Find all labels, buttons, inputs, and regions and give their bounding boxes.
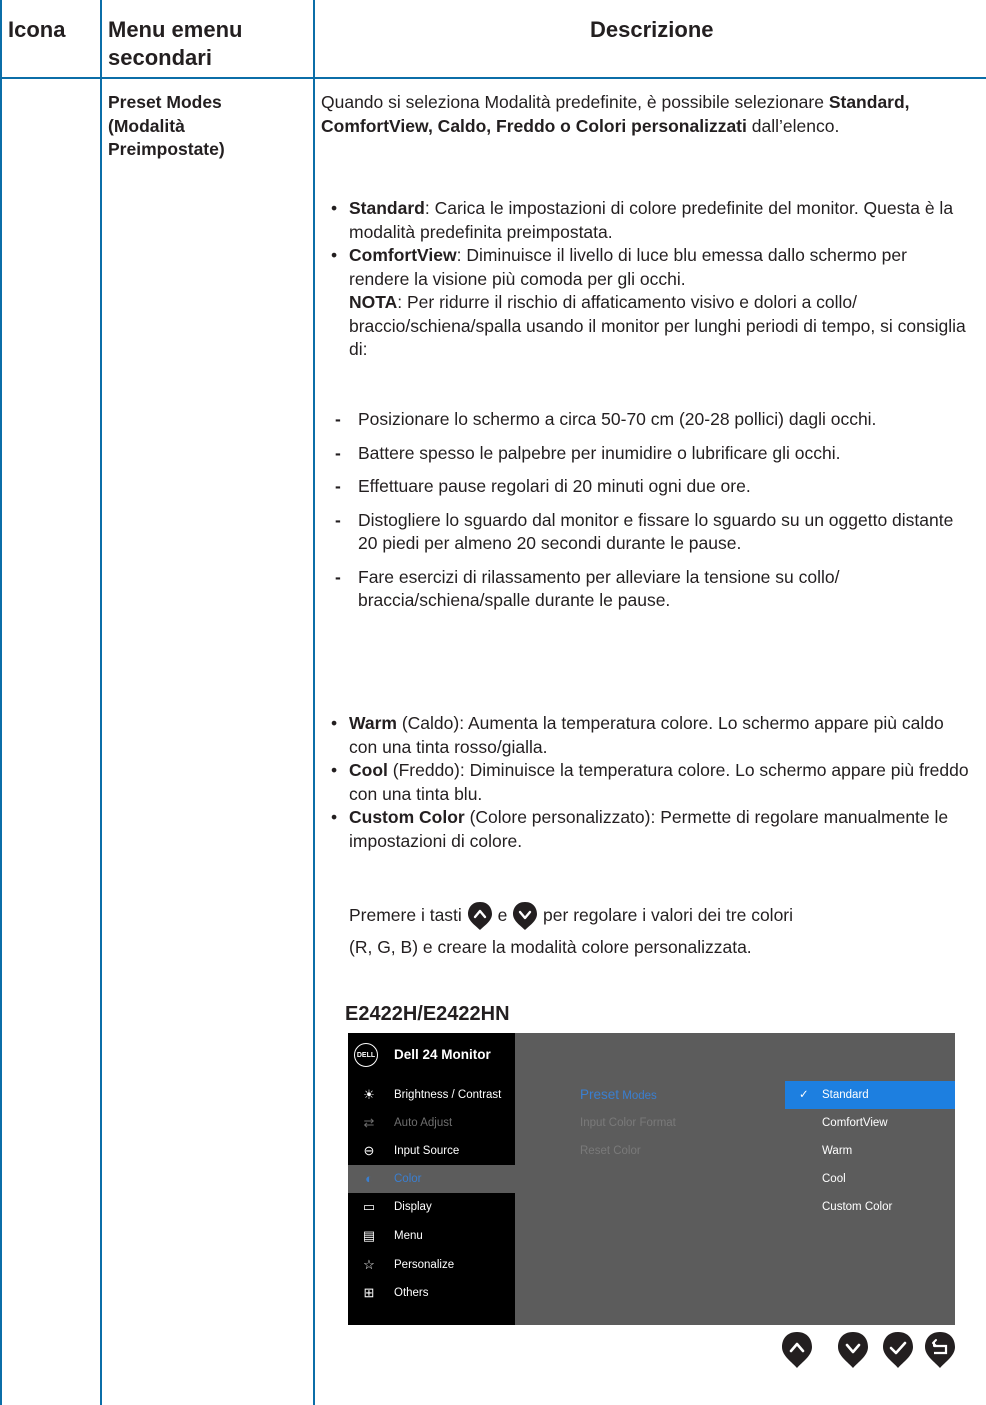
osd-title: Dell 24 Monitor (394, 1047, 491, 1062)
intro-suffix: dall’elenco. (751, 115, 840, 136)
up-arrow-icon (467, 902, 492, 931)
submenu-title: Preset Modes (Modalità Preimpostate) (108, 92, 225, 159)
color-icon: ◐ (365, 1171, 373, 1186)
bullet-standard: • Standard: Carica le impostazioni di col… (331, 198, 954, 242)
model-name: E2422H/E2422HN (345, 1003, 510, 1025)
tip-item: - Posizionare lo schermo a circa 50-70 cm… (335, 409, 877, 429)
tip-item: - Fare esercizi di rilassamento per allev… (335, 566, 840, 611)
header-icon-col: Icona (8, 17, 66, 42)
auto-adjust-icon: ⇄ (363, 1115, 375, 1130)
osd-main-menu: DELL Dell 24 Monitor ☀ Brightness / Contr… (348, 1033, 515, 1325)
header-submenu-col: Menu emenu secondari (108, 17, 243, 70)
intro-prefix: Quando si seleziona Modalità predefinite… (321, 92, 824, 112)
press-keys-line: Premere i tasti e per regolare i valori … (349, 900, 969, 931)
down-button-icon[interactable] (837, 1331, 869, 1369)
menu-icon: ▤ (362, 1228, 376, 1243)
osd-menu-brightness-contrast[interactable]: ☀ Brightness / Contrast (348, 1081, 515, 1109)
osd-screenshot: DELL Dell 24 Monitor ☀ Brightness / Contr… (348, 1033, 955, 1325)
osd-menu-others[interactable]: ⊞ Others (348, 1279, 515, 1307)
header-description-col: Descrizione (590, 17, 714, 42)
checkmark-icon: ✓ (799, 1089, 809, 1101)
table-divider-1 (100, 0, 102, 1405)
header-bottom-line (0, 77, 986, 79)
bullets-b: • Warm (Caldo): Aumenta la temperatura co… (321, 712, 971, 853)
display-icon: ▭ (362, 1199, 376, 1214)
osd-option-comfortview[interactable]: ComfortView (785, 1109, 955, 1137)
up-button-icon[interactable] (781, 1331, 813, 1369)
bullet-cool: • Cool (Freddo): Diminuisce la temperatur… (331, 760, 969, 804)
osd-menu-input-source[interactable]: ⊖ Input Source (348, 1137, 515, 1165)
tip-list: - Posizionare lo schermo a circa 50-70 cm… (321, 408, 971, 613)
osd-option-cool[interactable]: Cool (785, 1165, 955, 1193)
osd-sub-reset-color[interactable]: Reset Color (580, 1137, 641, 1165)
table-divider-2 (313, 0, 315, 1405)
osd-menu-auto-adjust[interactable]: ⇄ Auto Adjust (348, 1109, 515, 1137)
bullet-custom-color: • Custom Color (Colore personalizzato): P… (331, 807, 949, 851)
osd-option-standard[interactable]: ✓ Standard (785, 1081, 955, 1109)
tip-item: - Battere spesso le palpebre per inumidir… (335, 442, 841, 463)
press-keys-line-2: (R, G, B) e creare la modalità colore pe… (349, 937, 752, 957)
dell-logo: DELL (354, 1043, 378, 1067)
back-button-icon[interactable] (924, 1331, 956, 1369)
brightness-icon: ☀ (363, 1087, 375, 1102)
osd-menu-color[interactable]: ◐ Color (348, 1165, 515, 1193)
tip-item: - Distogliere lo sguardo dal monitor e fi… (335, 509, 954, 554)
osd-sub-preset-modes[interactable]: Preset Modes (580, 1081, 657, 1110)
intro-paragraph: Quando si seleziona Modalità predefinite… (321, 91, 971, 138)
note: NOTA: Per ridurre il rischio di affatica… (349, 292, 966, 359)
others-icon: ⊞ (363, 1285, 375, 1300)
personalize-icon: ☆ (363, 1257, 375, 1272)
table-border-left (0, 0, 2, 1405)
down-arrow-icon (513, 902, 538, 931)
osd-option-warm[interactable]: Warm (785, 1137, 955, 1165)
osd-menu-display[interactable]: ▭ Display (348, 1193, 515, 1221)
bullet-comfortview: • ComfortView: Diminuisce il livello di l… (331, 245, 907, 289)
check-button-icon[interactable] (882, 1331, 914, 1369)
osd-menu-personalize[interactable]: ☆ Personalize (348, 1251, 515, 1279)
tip-item: - Effettuare pause regolari di 20 minuti … (335, 476, 751, 496)
osd-sub-input-color-format[interactable]: Input Color Format (580, 1109, 676, 1137)
bullet-warm: • Warm (Caldo): Aumenta la temperatura co… (331, 713, 944, 757)
input-source-icon: ⊖ (363, 1143, 375, 1158)
bullets-a: • Standard: Carica le impostazioni di col… (321, 197, 971, 362)
osd-option-custom-color[interactable]: Custom Color (785, 1193, 955, 1221)
osd-menu-menu[interactable]: ▤ Menu (348, 1222, 515, 1250)
